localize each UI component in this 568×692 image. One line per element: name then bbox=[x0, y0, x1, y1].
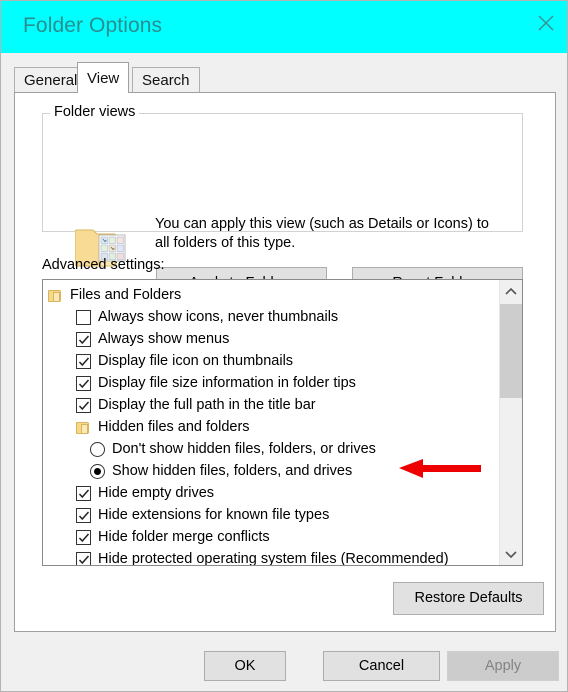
list-item[interactable]: Files and Folders bbox=[43, 284, 499, 306]
list-item[interactable]: Show hidden files, folders, and drives bbox=[43, 460, 499, 482]
folder-options-dialog: Folder Options General Search View Folde… bbox=[0, 0, 568, 692]
checkbox-checked-icon[interactable] bbox=[76, 507, 91, 523]
tab-view[interactable]: View bbox=[77, 62, 130, 93]
chevron-down-icon[interactable] bbox=[500, 543, 522, 565]
advanced-settings-label: Advanced settings: bbox=[42, 257, 165, 273]
advanced-settings-list[interactable]: Files and Folders Always show icons, neve… bbox=[42, 279, 523, 566]
cancel-button[interactable]: Cancel bbox=[323, 651, 440, 681]
checkbox-checked-icon[interactable] bbox=[76, 485, 91, 501]
folder-views-description-line2: all folders of this type. bbox=[155, 235, 296, 251]
list-item[interactable]: Hide extensions for known file types bbox=[43, 504, 499, 526]
checkbox-checked-icon[interactable] bbox=[76, 375, 91, 391]
chevron-up-icon[interactable] bbox=[500, 280, 522, 302]
checkbox-checked-icon[interactable] bbox=[76, 551, 91, 565]
apply-label: Apply bbox=[484, 657, 522, 674]
title-bar: Folder Options bbox=[1, 1, 567, 53]
apply-button: Apply bbox=[447, 651, 559, 681]
list-item[interactable]: Always show icons, never thumbnails bbox=[43, 306, 499, 328]
list-item[interactable]: Don't show hidden files, folders, or dri… bbox=[43, 438, 499, 460]
list-item[interactable]: Display file size information in folder … bbox=[43, 372, 499, 394]
cancel-label: Cancel bbox=[358, 657, 405, 674]
folder-icon bbox=[48, 289, 61, 302]
list-item[interactable]: Hide folder merge conflicts bbox=[43, 526, 499, 548]
restore-defaults-button[interactable]: Restore Defaults bbox=[393, 582, 544, 615]
radio-selected-icon[interactable] bbox=[90, 463, 105, 479]
list-item-label: Always show icons, never thumbnails bbox=[98, 308, 339, 325]
list-item-label: Show hidden files, folders, and drives bbox=[112, 462, 353, 479]
ok-label: OK bbox=[234, 657, 256, 674]
list-item-label: Hide protected operating system files (R… bbox=[98, 550, 449, 566]
checkbox-checked-icon[interactable] bbox=[76, 331, 91, 347]
radio-unselected-icon[interactable] bbox=[90, 441, 105, 457]
advanced-settings-rows: Files and Folders Always show icons, neve… bbox=[43, 280, 499, 566]
radio-dot bbox=[94, 467, 101, 475]
list-item-label: Display file size information in folder … bbox=[98, 374, 356, 391]
list-item-label: Hide folder merge conflicts bbox=[98, 528, 270, 545]
tab-strip: General Search View bbox=[1, 53, 567, 93]
checkbox-checked-icon[interactable] bbox=[76, 529, 91, 545]
ok-button[interactable]: OK bbox=[204, 651, 286, 681]
close-icon[interactable] bbox=[523, 1, 567, 45]
list-item[interactable]: Display file icon on thumbnails bbox=[43, 350, 499, 372]
list-item-label: Always show menus bbox=[98, 330, 230, 347]
tab-general-label: General bbox=[24, 72, 78, 89]
tab-search-label: Search bbox=[142, 72, 190, 89]
folder-views-description: You can apply this view (such as Details… bbox=[155, 215, 515, 253]
list-item[interactable]: Hidden files and folders bbox=[43, 416, 499, 438]
restore-defaults-label: Restore Defaults bbox=[414, 590, 523, 607]
list-item-label: Hidden files and folders bbox=[98, 418, 250, 435]
tab-view-label: View bbox=[87, 69, 120, 87]
checkbox-unchecked-icon[interactable] bbox=[76, 309, 91, 325]
checkbox-checked-icon[interactable] bbox=[76, 353, 91, 369]
folder-views-legend: Folder views bbox=[50, 104, 140, 120]
tab-search[interactable]: Search bbox=[132, 67, 200, 93]
list-item-label: Hide empty drives bbox=[98, 484, 215, 501]
list-item[interactable]: Always show menus bbox=[43, 328, 499, 350]
folder-icon bbox=[76, 421, 89, 434]
list-item[interactable]: Hide protected operating system files (R… bbox=[43, 548, 499, 566]
list-item-label: Display the full path in the title bar bbox=[98, 396, 316, 413]
list-item[interactable]: Display the full path in the title bar bbox=[43, 394, 499, 416]
list-item[interactable]: Hide empty drives bbox=[43, 482, 499, 504]
advanced-settings-scrollbar[interactable] bbox=[499, 280, 522, 565]
scrollbar-thumb[interactable] bbox=[500, 304, 522, 398]
list-item-label: Don't show hidden files, folders, or dri… bbox=[112, 440, 376, 457]
view-tab-panel: Folder views You can apply this view (su… bbox=[14, 92, 556, 632]
list-item-label: Display file icon on thumbnails bbox=[98, 352, 294, 369]
window-title: Folder Options bbox=[23, 14, 163, 37]
folder-views-description-line1: You can apply this view (such as Details… bbox=[155, 216, 489, 232]
checkbox-checked-icon[interactable] bbox=[76, 397, 91, 413]
list-item-label: Hide extensions for known file types bbox=[98, 506, 330, 523]
list-item-label: Files and Folders bbox=[70, 286, 182, 303]
